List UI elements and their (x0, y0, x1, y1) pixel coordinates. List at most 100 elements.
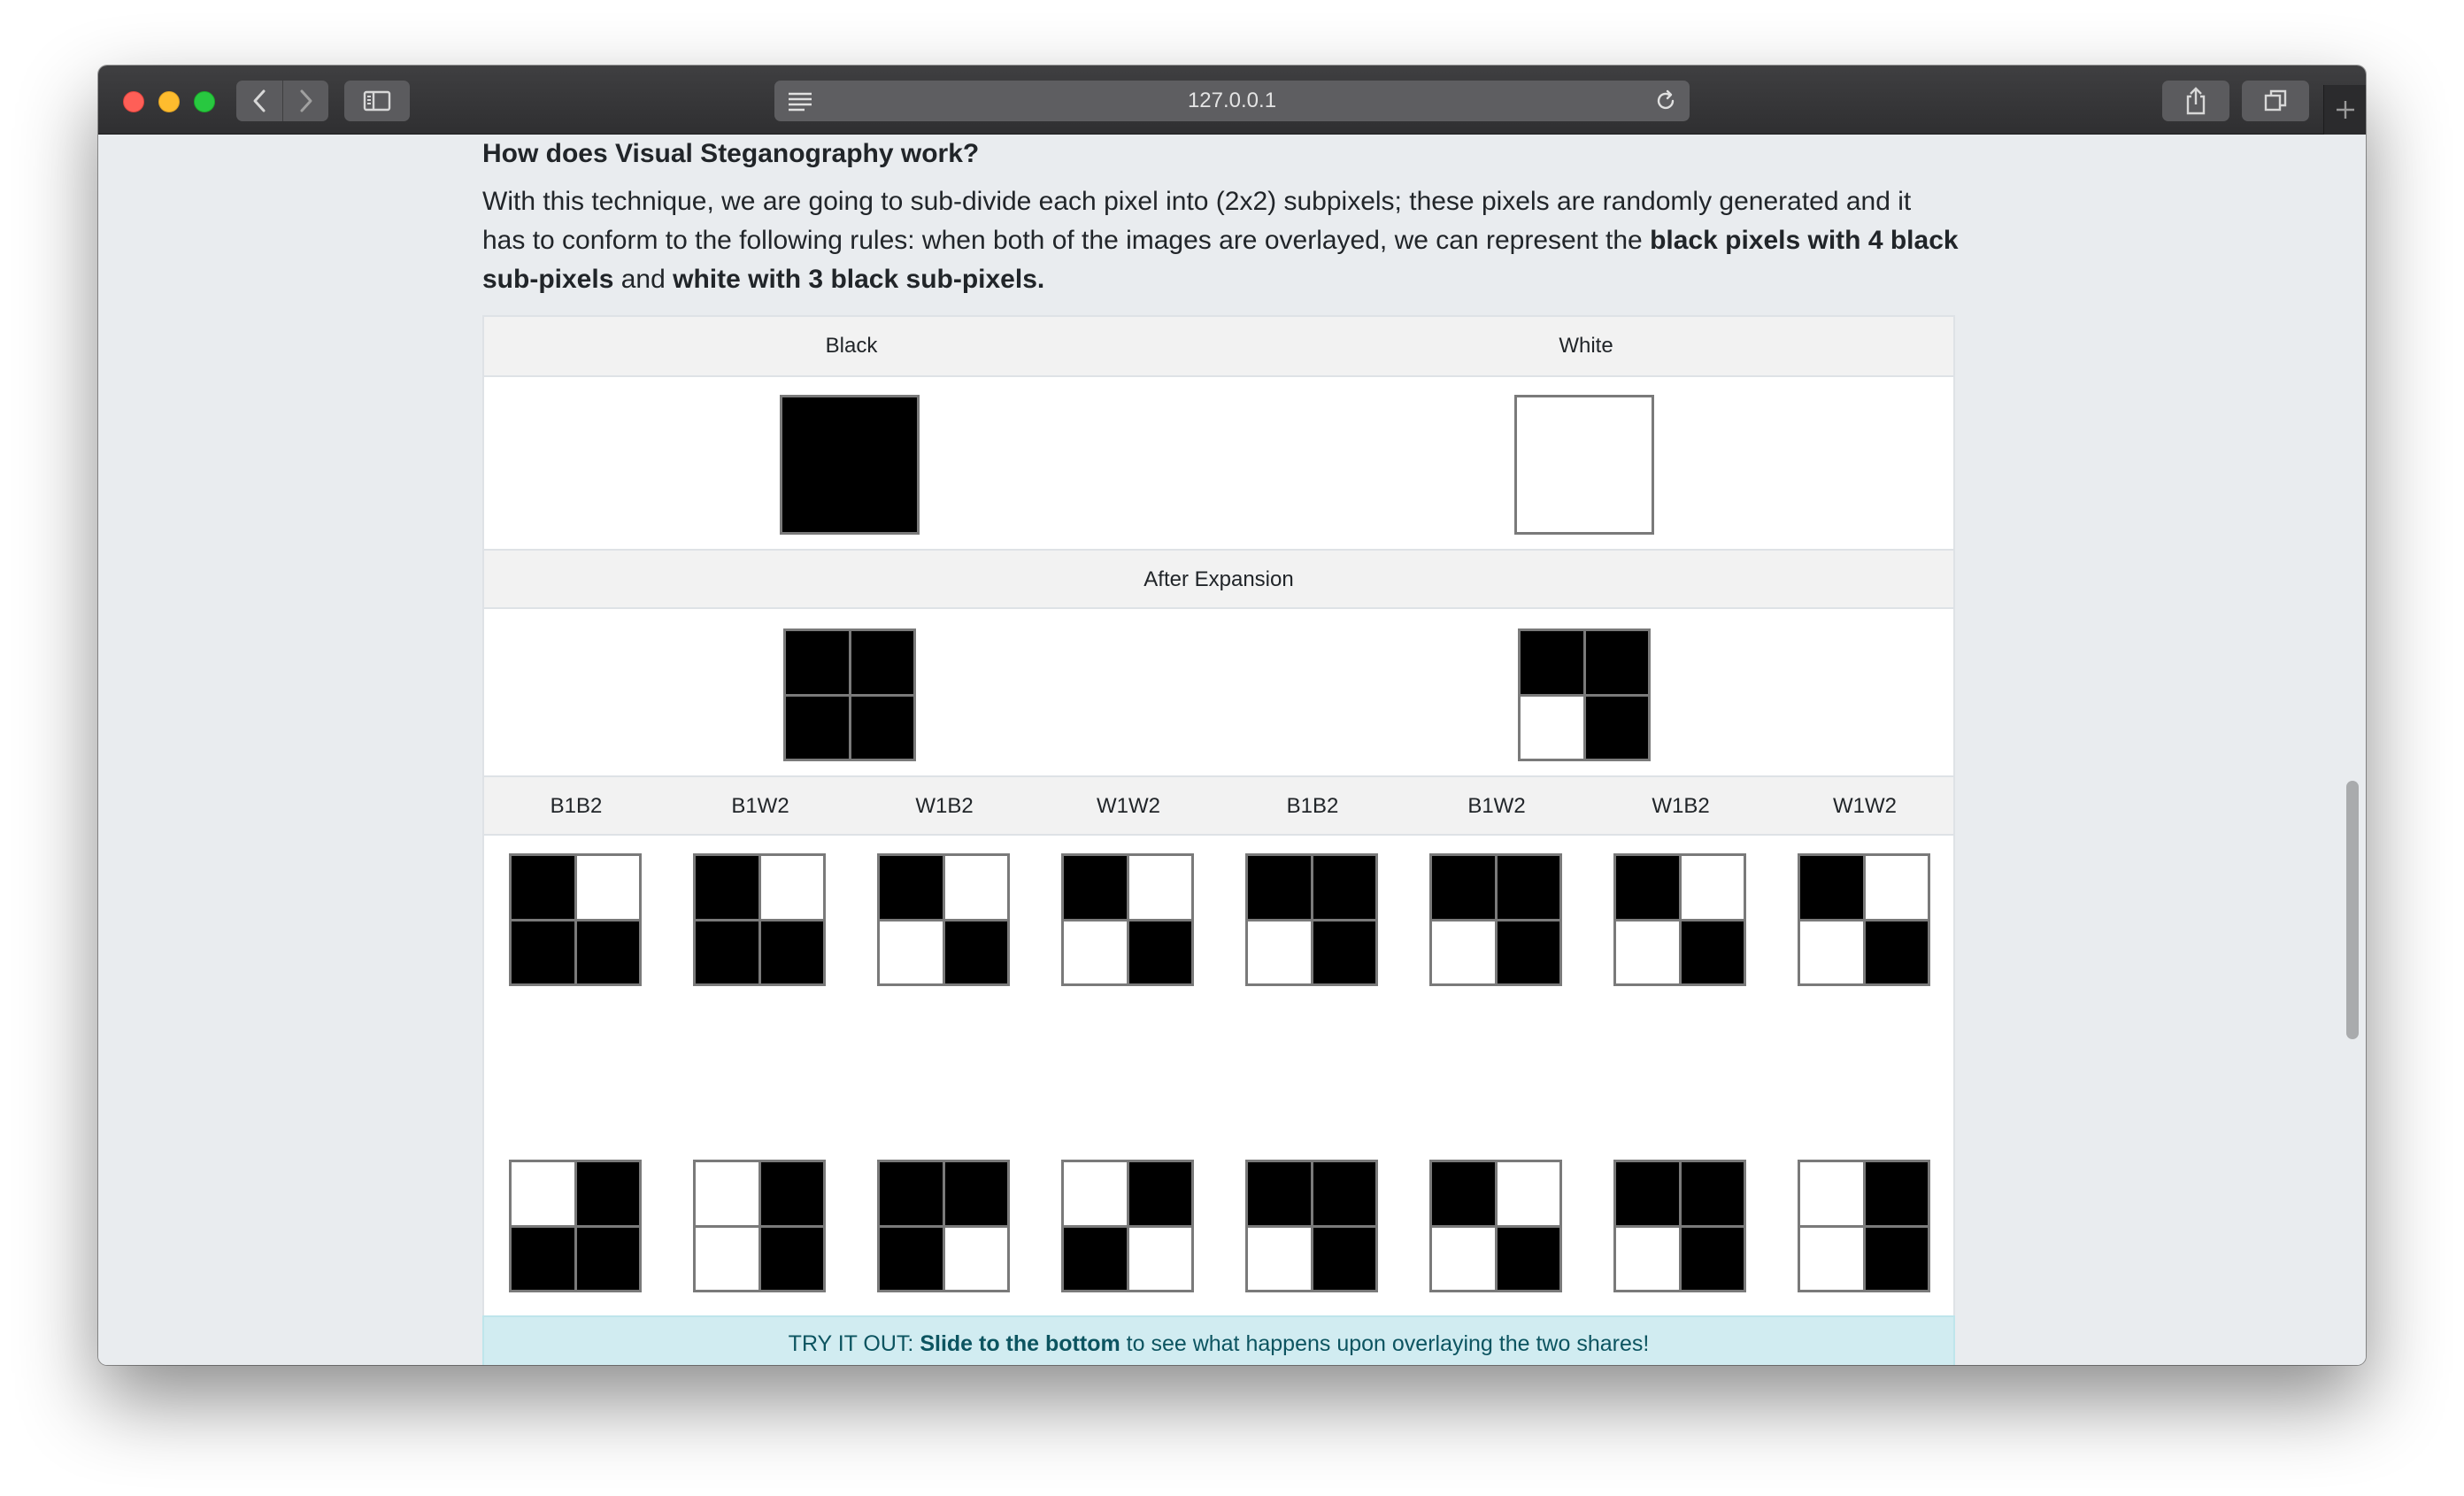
white-subpixel (1521, 696, 1583, 759)
white-subpixel (1865, 856, 1928, 919)
black-subpixel (512, 1227, 574, 1290)
black-subpixel (1865, 1227, 1928, 1290)
black-subpixel (880, 1227, 943, 1290)
white-subpixel (1497, 1162, 1559, 1225)
share1-pattern-1 (509, 853, 642, 986)
combo-header-b1b2: B1B2 (550, 794, 603, 818)
black-subpixel (1313, 856, 1375, 919)
share2-pattern-3 (877, 1160, 1010, 1292)
white-subpixel (576, 856, 639, 919)
black-subpixel (512, 921, 574, 983)
black-subpixel (1681, 1227, 1744, 1290)
black-subpixel (1865, 1162, 1928, 1225)
page-heading: How does Visual Steganography work? (482, 139, 980, 168)
black-subpixel (1616, 856, 1679, 919)
white-subpixel (1064, 1162, 1127, 1225)
browser-toolbar: 127.0.0.1 (98, 66, 2366, 135)
share2-pattern-4 (1061, 1160, 1194, 1292)
share1-pattern-3 (877, 853, 1010, 986)
black-subpixel (1432, 856, 1495, 919)
white-subpixel (1616, 1227, 1679, 1290)
navigation-buttons (236, 81, 328, 121)
close-window-button[interactable] (123, 91, 144, 112)
browser-window: 127.0.0.1 How does Visual Steganography … (98, 66, 2366, 1365)
white-subpixel (944, 856, 1007, 919)
combo-header-w1b2: W1B2 (915, 794, 974, 818)
header-after-expansion: After Expansion (1143, 567, 1294, 591)
black-subpixel (944, 1162, 1007, 1225)
reload-icon[interactable] (1654, 89, 1677, 119)
try-it-out-alert: TRY IT OUT: Slide to the bottom to see w… (482, 1315, 1955, 1365)
black-subpixel (1313, 1162, 1375, 1225)
black-subpixel (512, 856, 574, 919)
share-button[interactable] (2162, 81, 2229, 121)
white-subpixel (1128, 856, 1191, 919)
black-subpixel (1585, 696, 1648, 759)
white-subpixel (1432, 1227, 1495, 1290)
alert-bold: Slide to the bottom (920, 1331, 1120, 1356)
sidebar-toggle-button[interactable] (344, 81, 410, 121)
white-subpixel (696, 1162, 758, 1225)
black-subpixel (786, 696, 849, 759)
combo-header-w1b2: W1B2 (1652, 794, 1710, 818)
share1-pattern-2 (693, 853, 826, 986)
black-subpixel (576, 921, 639, 983)
reader-icon[interactable] (787, 90, 813, 118)
white-pixel (1514, 395, 1654, 535)
combo-header-w1w2: W1W2 (1097, 794, 1160, 818)
share2-pattern-7 (1613, 1160, 1746, 1292)
header-row-combinations: B1B2 B1W2 W1B2 W1W2 B1B2 B1W2 W1B2 W1W2 (484, 775, 1953, 836)
white-subpixel (944, 1227, 1007, 1290)
black-subpixel (880, 1162, 943, 1225)
black-subpixel (786, 631, 849, 694)
white-subpixel (696, 1227, 758, 1290)
white-subpixel (1800, 1227, 1863, 1290)
black-subpixel (1248, 856, 1311, 919)
black-subpixel (880, 856, 943, 919)
black-subpixel (1865, 921, 1928, 983)
new-tab-button[interactable] (2323, 85, 2366, 135)
white-subpixel (1681, 856, 1744, 919)
page-viewport: How does Visual Steganography work? With… (98, 135, 2366, 1365)
minimize-window-button[interactable] (158, 91, 180, 112)
alert-suffix: to see what happens upon overlaying the … (1120, 1331, 1650, 1356)
black-subpixel (1313, 1227, 1375, 1290)
black-subpixel (1064, 856, 1127, 919)
white-subpixel (1064, 921, 1127, 983)
black-subpixel (576, 1227, 639, 1290)
black-subpixel (696, 856, 758, 919)
vertical-scrollbar[interactable] (2346, 781, 2359, 1039)
black-subpixel (696, 921, 758, 983)
black-subpixel (1128, 921, 1191, 983)
share2-pattern-2 (693, 1160, 826, 1292)
alert-prefix: TRY IT OUT: (788, 1331, 920, 1356)
zoom-window-button[interactable] (194, 91, 215, 112)
black-subpixel (1432, 1162, 1495, 1225)
sidebar-icon (363, 90, 391, 112)
black-subpixel (1248, 1162, 1311, 1225)
tabs-icon (2264, 89, 2287, 112)
header-black: Black (825, 334, 878, 358)
black-subpixel (760, 1227, 823, 1290)
black-subpixel (1585, 631, 1648, 694)
share2-pattern-1 (509, 1160, 642, 1292)
expanded-black-pixel (783, 628, 916, 761)
black-subpixel (851, 631, 913, 694)
black-subpixel (1681, 921, 1744, 983)
header-row-expansion: After Expansion (484, 549, 1953, 609)
address-bar[interactable]: 127.0.0.1 (774, 81, 1690, 121)
share2-pattern-5 (1245, 1160, 1378, 1292)
show-tabs-button[interactable] (2242, 81, 2309, 121)
share-icon (2186, 87, 2206, 115)
chevron-left-icon (253, 89, 266, 112)
url-text[interactable]: 127.0.0.1 (1188, 89, 1276, 113)
white-subpixel (880, 921, 943, 983)
white-subpixel (1432, 921, 1495, 983)
share1-pattern-5 (1245, 853, 1378, 986)
forward-button[interactable] (282, 81, 328, 121)
header-row-pixels: Black White (484, 317, 1953, 377)
share2-pattern-8 (1798, 1160, 1930, 1292)
white-subpixel (1128, 1227, 1191, 1290)
back-button[interactable] (236, 81, 282, 121)
black-subpixel (851, 696, 913, 759)
